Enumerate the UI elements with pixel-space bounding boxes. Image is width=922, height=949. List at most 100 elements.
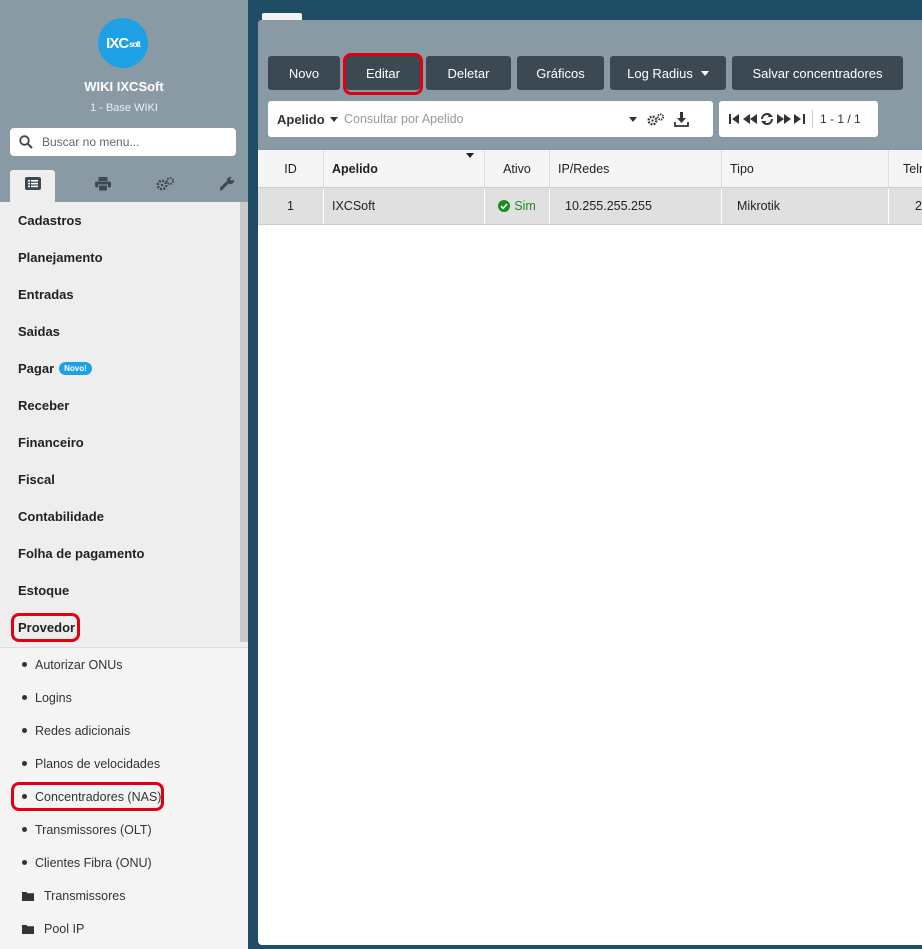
menu-item-fiscal[interactable]: Fiscal bbox=[0, 461, 240, 498]
menu-item-label: Provedor bbox=[18, 620, 76, 635]
chevron-down-icon bbox=[700, 70, 709, 76]
cell-teln: 2 bbox=[915, 199, 922, 213]
column-header-ip-redes[interactable]: IP/Redes bbox=[550, 150, 722, 187]
menu-search-input[interactable] bbox=[42, 135, 222, 149]
menu-scrollbar[interactable] bbox=[240, 202, 248, 642]
bullet-icon bbox=[22, 662, 27, 667]
submenu-item-redes-adicionais[interactable]: Redes adicionais bbox=[0, 714, 248, 747]
bullet-icon bbox=[22, 794, 27, 799]
submenu-item-clientes-fibra[interactable]: Clientes Fibra (ONU) bbox=[0, 846, 248, 879]
filter-field-select[interactable]: Apelido bbox=[268, 112, 344, 127]
list-icon bbox=[24, 177, 41, 195]
sidebar: IXC soft WIKI IXCSoft 1 - Base WIKI Busc… bbox=[0, 0, 248, 949]
provedor-submenu: Autorizar ONUs Logins Redes adicionais P… bbox=[0, 647, 248, 949]
chevron-down-icon bbox=[329, 116, 338, 122]
column-header-tipo[interactable]: Tipo bbox=[722, 150, 889, 187]
menu-item-estoque[interactable]: Estoque bbox=[0, 572, 240, 609]
download-icon[interactable] bbox=[674, 111, 689, 127]
menu-item-receber[interactable]: Receber bbox=[0, 387, 240, 424]
menu-item-label: Entradas bbox=[18, 287, 74, 302]
gears-icon bbox=[156, 176, 175, 196]
log-radius-label: Log Radius bbox=[627, 65, 693, 81]
submenu-folder-transmissores[interactable]: Transmissores bbox=[0, 879, 248, 912]
first-page-icon[interactable] bbox=[729, 114, 740, 124]
brand-subtitle: 1 - Base WIKI bbox=[90, 102, 158, 114]
bullet-icon bbox=[22, 761, 27, 766]
menu-item-label: Fiscal bbox=[18, 472, 55, 487]
refresh-icon[interactable] bbox=[760, 113, 774, 125]
toolbar: Novo Editar Deletar Gráficos Log Radius … bbox=[258, 20, 922, 150]
folder-icon bbox=[22, 891, 34, 901]
graficos-button[interactable]: Gráficos bbox=[517, 56, 604, 90]
submenu-item-label: Redes adicionais bbox=[35, 723, 131, 738]
menu-item-cadastros[interactable]: Cadastros bbox=[0, 202, 240, 239]
novo-button[interactable]: Novo bbox=[268, 56, 340, 90]
menu-search[interactable] bbox=[10, 128, 236, 156]
submenu-item-label: Autorizar ONUs bbox=[35, 657, 123, 672]
ixcsoft-logo[interactable]: IXC soft bbox=[98, 18, 148, 68]
search-filter: Apelido bbox=[268, 101, 713, 137]
tab-settings[interactable] bbox=[134, 170, 196, 202]
submenu-item-concentradores[interactable]: Concentradores (NAS) bbox=[0, 780, 248, 813]
submenu-item-label: Transmissores (OLT) bbox=[35, 822, 152, 837]
submenu-item-transmissores-olt[interactable]: Transmissores (OLT) bbox=[0, 813, 248, 846]
table-row[interactable]: 1 IXCSoft Sim 10.255.255.255 Mikrotik 2 bbox=[258, 188, 922, 225]
column-header-apelido[interactable]: Apelido bbox=[324, 150, 485, 187]
menu-item-saidas[interactable]: Saidas bbox=[0, 313, 240, 350]
last-page-icon[interactable] bbox=[794, 114, 805, 124]
search-icon bbox=[10, 135, 42, 149]
logo-suffix: soft bbox=[129, 40, 141, 49]
status-label: Sim bbox=[514, 199, 536, 213]
menu-item-provedor[interactable]: Provedor bbox=[0, 609, 240, 646]
print-icon bbox=[95, 176, 111, 196]
column-header-teln[interactable]: Teln bbox=[889, 150, 922, 187]
filter-dropdown-icon[interactable] bbox=[629, 116, 637, 122]
deletar-button[interactable]: Deletar bbox=[426, 56, 511, 90]
column-header-ativo[interactable]: Ativo bbox=[485, 150, 550, 187]
pager-divider bbox=[812, 110, 813, 128]
submenu-item-autorizar-onus[interactable]: Autorizar ONUs bbox=[0, 648, 248, 681]
editar-button[interactable]: Editar bbox=[346, 56, 420, 90]
check-circle-icon bbox=[498, 200, 511, 212]
cell-ip-redes: 10.255.255.255 bbox=[550, 188, 722, 224]
status-active: Sim bbox=[498, 199, 536, 213]
tab-print[interactable] bbox=[72, 170, 134, 202]
menu-item-label: Receber bbox=[18, 398, 70, 413]
gears-icon[interactable] bbox=[647, 112, 665, 126]
menu-item-financeiro[interactable]: Financeiro bbox=[0, 424, 240, 461]
filter-field-label: Apelido bbox=[277, 111, 325, 127]
salvar-concentradores-button[interactable]: Salvar concentradores bbox=[732, 56, 903, 90]
menu-item-contabilidade[interactable]: Contabilidade bbox=[0, 498, 240, 535]
main-menu: Cadastros Planejamento Entradas Saidas P… bbox=[0, 202, 240, 646]
tab-menu[interactable] bbox=[10, 170, 55, 202]
column-header-id[interactable]: ID bbox=[258, 150, 324, 187]
menu-item-entradas[interactable]: Entradas bbox=[0, 276, 240, 313]
cell-apelido: IXCSoft bbox=[324, 188, 485, 224]
tab-tools[interactable] bbox=[196, 170, 258, 202]
column-header-label: Apelido bbox=[332, 161, 378, 176]
menu-item-label: Planejamento bbox=[18, 250, 103, 265]
submenu-item-label: Logins bbox=[35, 690, 72, 705]
menu-item-planejamento[interactable]: Planejamento bbox=[0, 239, 240, 276]
submenu-item-label: Concentradores (NAS) bbox=[35, 789, 162, 804]
window-tab[interactable] bbox=[262, 13, 302, 20]
menu-item-pagar[interactable]: Pagar Novo! bbox=[0, 350, 240, 387]
bullet-icon bbox=[22, 695, 27, 700]
sidebar-tabs bbox=[10, 170, 258, 202]
cell-ativo: Sim bbox=[485, 188, 550, 224]
submenu-item-label: Planos de velocidades bbox=[35, 756, 161, 771]
menu-item-label: Saidas bbox=[18, 324, 60, 339]
filter-input[interactable] bbox=[344, 112, 629, 126]
previous-page-icon[interactable] bbox=[743, 114, 757, 124]
folder-icon bbox=[22, 924, 34, 934]
logo-text: IXC bbox=[106, 34, 129, 52]
sort-descending-icon bbox=[466, 153, 474, 158]
submenu-item-planos-de-velocidades[interactable]: Planos de velocidades bbox=[0, 747, 248, 780]
submenu-folder-pool-ip[interactable]: Pool IP bbox=[0, 912, 248, 945]
pager-info: 1 - 1 / 1 bbox=[820, 112, 861, 126]
menu-item-folha-de-pagamento[interactable]: Folha de pagamento bbox=[0, 535, 240, 572]
next-page-icon[interactable] bbox=[777, 114, 791, 124]
submenu-item-logins[interactable]: Logins bbox=[0, 681, 248, 714]
cell-id: 1 bbox=[258, 188, 324, 224]
log-radius-button[interactable]: Log Radius bbox=[610, 56, 726, 90]
